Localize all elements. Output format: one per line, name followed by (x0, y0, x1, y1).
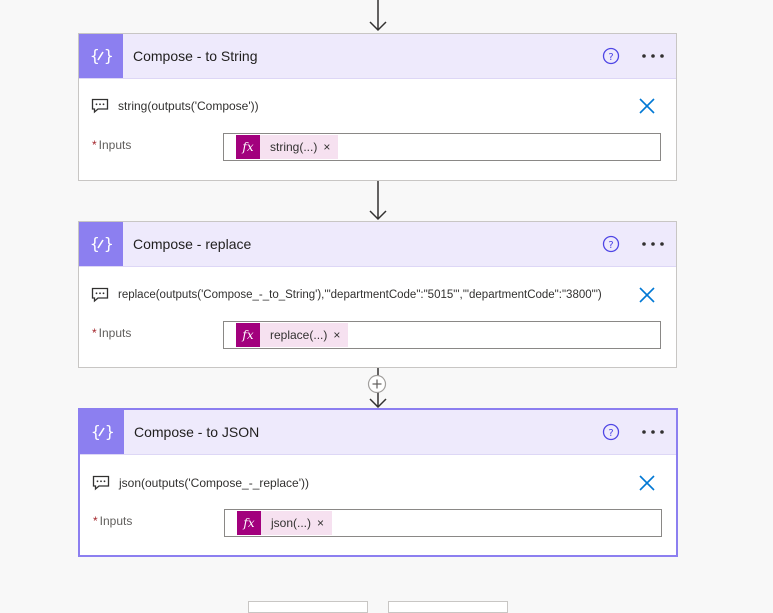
more-options-icon[interactable] (640, 47, 666, 65)
card-header[interactable]: {} Compose - replace ? (79, 222, 676, 267)
token-label: replace(...) (270, 328, 328, 342)
card-header[interactable]: {} Compose - to String ? (79, 34, 676, 79)
compose-icon: {} (80, 410, 124, 454)
help-icon[interactable]: ? (602, 423, 620, 441)
connector-arrow-2 (368, 181, 388, 221)
token-label: json(...) (271, 516, 312, 530)
compose-icon: {} (79, 34, 123, 78)
more-options-icon[interactable] (640, 423, 666, 441)
comment-text: string(outputs('Compose')) (118, 99, 259, 113)
card-title: Compose - replace (133, 236, 252, 252)
card-header[interactable]: {} Compose - to JSON ? (80, 410, 676, 455)
svg-text:?: ? (608, 52, 613, 63)
compose-to-string-card[interactable]: {} Compose - to String ? string(outputs(… (78, 33, 677, 181)
token-remove-icon[interactable]: × (333, 328, 348, 342)
svg-text:?: ? (608, 240, 613, 251)
help-icon[interactable]: ? (602, 47, 620, 65)
help-icon[interactable]: ? (602, 235, 620, 253)
expression-token[interactable]: fx replace(...) × (236, 323, 349, 347)
svg-text:}: } (104, 234, 113, 253)
fx-icon: fx (236, 135, 260, 159)
fx-icon: fx (236, 323, 260, 347)
comment-row[interactable]: string(outputs('Compose')) (91, 94, 666, 118)
comment-row[interactable]: json(outputs('Compose_-_replace')) (92, 471, 666, 495)
comment-text: json(outputs('Compose_-_replace')) (119, 476, 310, 490)
save-button[interactable] (388, 601, 508, 613)
required-mark: * (92, 138, 97, 152)
inputs-label: * Inputs (92, 138, 132, 152)
svg-text:}: } (104, 46, 113, 65)
add-step-icon[interactable] (367, 374, 387, 394)
comment-icon (92, 475, 110, 491)
svg-text:{: { (91, 422, 101, 441)
inputs-field[interactable]: fx replace(...) × (223, 321, 661, 349)
inputs-field[interactable]: fx json(...) × (224, 509, 662, 537)
compose-icon: {} (79, 222, 123, 266)
inputs-label: * Inputs (92, 326, 132, 340)
close-icon[interactable] (638, 286, 656, 304)
compose-replace-card[interactable]: {} Compose - replace ? replace(outputs('… (78, 221, 677, 368)
fx-icon: fx (237, 511, 261, 535)
new-step-button[interactable] (248, 601, 368, 613)
svg-text:}: } (105, 422, 114, 441)
expression-token[interactable]: fx string(...) × (236, 135, 339, 159)
token-remove-icon[interactable]: × (317, 516, 332, 530)
compose-to-json-card[interactable]: {} Compose - to JSON ? json(outputs('Com… (78, 408, 678, 557)
required-mark: * (92, 326, 97, 340)
comment-text: replace(outputs('Compose_-_to_String'),'… (118, 289, 602, 301)
close-icon[interactable] (638, 97, 656, 115)
close-icon[interactable] (638, 474, 656, 492)
expression-token[interactable]: fx json(...) × (237, 511, 333, 535)
token-remove-icon[interactable]: × (323, 140, 338, 154)
connector-arrow-1 (368, 0, 388, 34)
card-title: Compose - to String (133, 48, 258, 64)
more-options-icon[interactable] (640, 235, 666, 253)
inputs-label: * Inputs (93, 514, 133, 528)
card-title: Compose - to JSON (134, 424, 260, 440)
comment-row[interactable]: replace(outputs('Compose_-_to_String'),'… (91, 283, 666, 307)
required-mark: * (93, 514, 98, 528)
svg-text:{: { (90, 234, 100, 253)
comment-icon (91, 287, 109, 303)
token-label: string(...) (270, 140, 318, 154)
comment-icon (91, 98, 109, 114)
svg-text:{: { (90, 46, 100, 65)
inputs-field[interactable]: fx string(...) × (223, 133, 661, 161)
svg-text:?: ? (608, 428, 613, 439)
